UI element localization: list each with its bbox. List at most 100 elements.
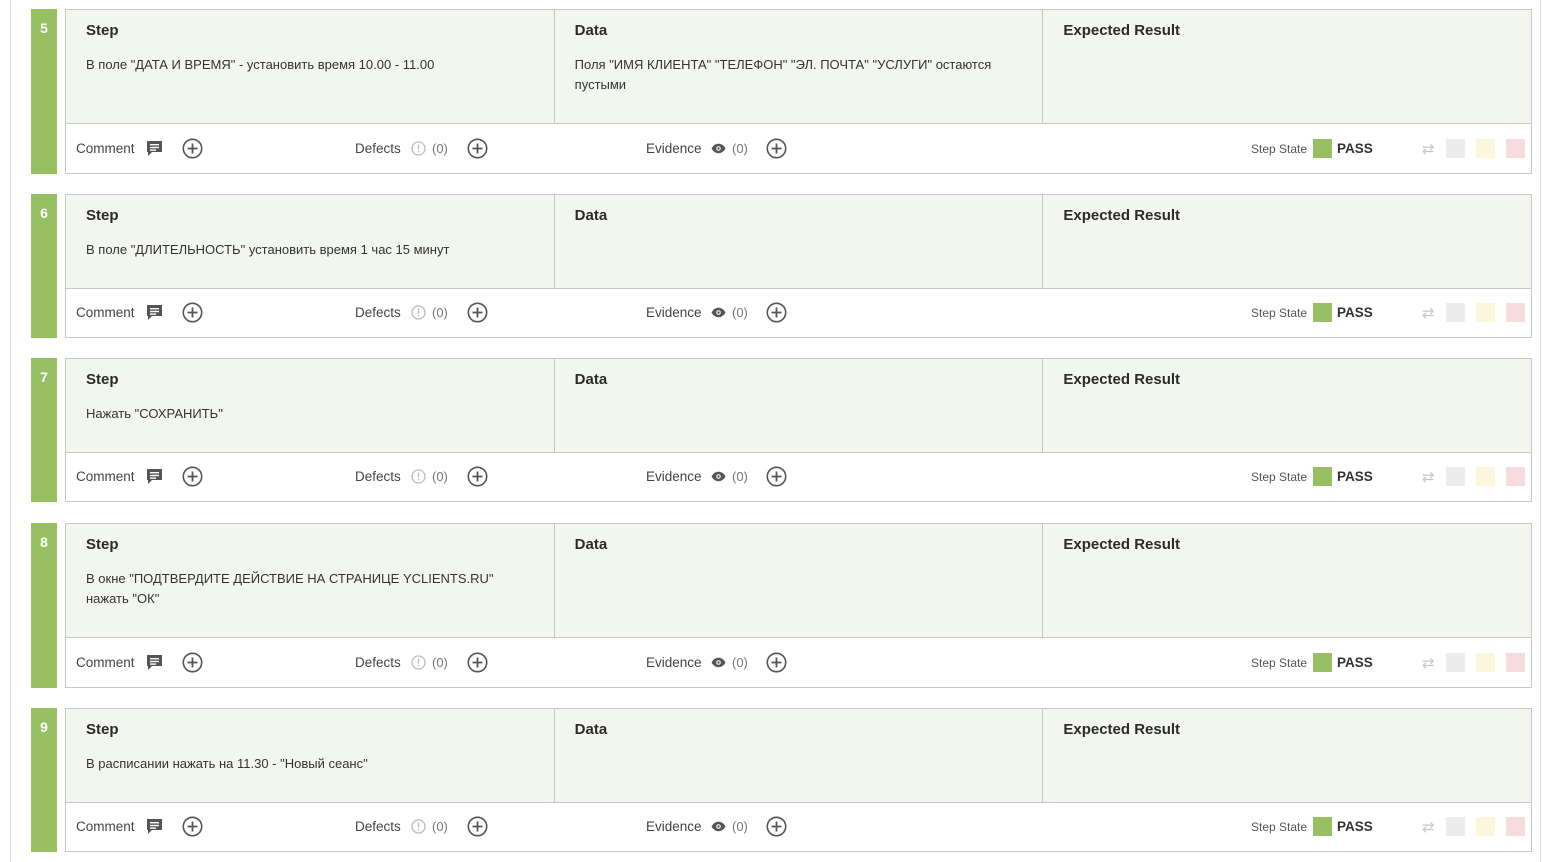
state-option-fail[interactable] [1506, 452, 1525, 501]
eye-icon[interactable] [711, 802, 726, 851]
defects-label: Defects [355, 305, 401, 320]
state-option-not-run[interactable] [1446, 452, 1465, 501]
state-option-fail[interactable] [1506, 638, 1525, 687]
step-card: Step Нажать "СОХРАНИТЬ" Data Expected Re… [65, 358, 1532, 502]
state-option-not-run[interactable] [1446, 638, 1465, 687]
add-evidence-button[interactable] [766, 288, 787, 337]
step-columns: Step В окне "ПОДТВЕРДИТЕ ДЕЙСТВИЕ НА СТР… [66, 524, 1531, 638]
state-option-blocked[interactable] [1476, 452, 1495, 501]
data-column[interactable]: Data [555, 195, 1044, 288]
step-state-indicator [1313, 288, 1332, 337]
add-defect-button[interactable] [467, 124, 488, 173]
right-divider [1540, 0, 1541, 862]
test-step: 8 Step В окне "ПОДТВЕРДИТЕ ДЕЙСТВИЕ НА С… [31, 523, 1532, 688]
comment-icon[interactable] [146, 288, 163, 337]
comment-icon[interactable] [146, 452, 163, 501]
add-evidence-button[interactable] [766, 452, 787, 501]
step-footer: Comment Defects (0) Evidence (0) Step St… [66, 638, 1531, 687]
step-state-value: PASS [1337, 655, 1373, 670]
data-column[interactable]: Data Поля "ИМЯ КЛИЕНТА" "ТЕЛЕФОН" "ЭЛ. П… [555, 10, 1044, 123]
expected-result-column[interactable]: Expected Result [1043, 709, 1531, 802]
step-column-title: Step [86, 721, 119, 738]
state-option-blocked[interactable] [1476, 124, 1495, 173]
eye-icon[interactable] [711, 124, 726, 173]
expected-result-column[interactable]: Expected Result [1043, 195, 1531, 288]
comment-icon[interactable] [146, 802, 163, 851]
evidence-label: Evidence [646, 141, 702, 156]
state-option-not-run[interactable] [1446, 288, 1465, 337]
data-column[interactable]: Data [555, 524, 1044, 637]
test-step: 7 Step Нажать "СОХРАНИТЬ" Data Expected … [31, 358, 1532, 502]
state-option-blocked[interactable] [1476, 288, 1495, 337]
evidence-label: Evidence [646, 305, 702, 320]
state-option-fail[interactable] [1506, 124, 1525, 173]
swap-icon[interactable]: ⇄ [1422, 802, 1435, 851]
defects-count: (0) [432, 819, 448, 834]
comment-label: Comment [76, 469, 135, 484]
step-state-indicator [1313, 638, 1332, 687]
test-steps-page: 5 Step В поле "ДАТА И ВРЕМЯ" - установит… [0, 0, 1542, 862]
expected-result-column[interactable]: Expected Result [1043, 359, 1531, 452]
step-state-label: Step State [1251, 819, 1308, 834]
expected-result-column[interactable]: Expected Result [1043, 524, 1531, 637]
state-option-blocked[interactable] [1476, 802, 1495, 851]
add-evidence-button[interactable] [766, 802, 787, 851]
state-option-not-run[interactable] [1446, 802, 1465, 851]
swap-icon[interactable]: ⇄ [1422, 288, 1435, 337]
add-comment-button[interactable] [182, 452, 203, 501]
comment-icon[interactable] [146, 124, 163, 173]
add-defect-button[interactable] [467, 288, 488, 337]
state-option-fail[interactable] [1506, 802, 1525, 851]
add-comment-button[interactable] [182, 638, 203, 687]
state-option-blocked[interactable] [1476, 638, 1495, 687]
step-columns: Step В расписании нажать на 11.30 - "Нов… [66, 709, 1531, 803]
swap-icon[interactable]: ⇄ [1422, 638, 1435, 687]
left-divider [10, 0, 11, 862]
warning-icon [411, 288, 426, 337]
step-number: 5 [31, 9, 57, 174]
step-number: 7 [31, 358, 57, 502]
eye-icon[interactable] [711, 288, 726, 337]
step-state-indicator [1313, 802, 1332, 851]
state-option-not-run[interactable] [1446, 124, 1465, 173]
add-comment-button[interactable] [182, 288, 203, 337]
step-state-label: Step State [1251, 305, 1308, 320]
expected-result-title: Expected Result [1063, 22, 1181, 39]
state-option-fail[interactable] [1506, 288, 1525, 337]
step-column[interactable]: Step В окне "ПОДТВЕРДИТЕ ДЕЙСТВИЕ НА СТР… [66, 524, 555, 637]
step-column[interactable]: Step В расписании нажать на 11.30 - "Нов… [66, 709, 555, 802]
add-comment-button[interactable] [182, 802, 203, 851]
step-number: 6 [31, 194, 57, 338]
defects-label: Defects [355, 141, 401, 156]
evidence-label: Evidence [646, 819, 702, 834]
step-column[interactable]: Step В поле "ДЛИТЕЛЬНОСТЬ" установить вр… [66, 195, 555, 288]
step-state-value: PASS [1337, 305, 1373, 320]
comment-label: Comment [76, 305, 135, 320]
add-defect-button[interactable] [467, 638, 488, 687]
warning-icon [411, 638, 426, 687]
evidence-count: (0) [732, 655, 748, 670]
step-state-label: Step State [1251, 655, 1308, 670]
add-comment-button[interactable] [182, 124, 203, 173]
add-evidence-button[interactable] [766, 124, 787, 173]
step-number: 8 [31, 523, 57, 688]
step-state-label: Step State [1251, 469, 1308, 484]
step-column[interactable]: Step В поле "ДАТА И ВРЕМЯ" - установить … [66, 10, 555, 123]
eye-icon[interactable] [711, 452, 726, 501]
warning-icon [411, 802, 426, 851]
swap-icon[interactable]: ⇄ [1422, 124, 1435, 173]
step-text: Нажать "СОХРАНИТЬ" [86, 406, 223, 421]
comment-icon[interactable] [146, 638, 163, 687]
comment-label: Comment [76, 141, 135, 156]
step-state-label: Step State [1251, 141, 1308, 156]
data-column[interactable]: Data [555, 709, 1044, 802]
add-evidence-button[interactable] [766, 638, 787, 687]
eye-icon[interactable] [711, 638, 726, 687]
add-defect-button[interactable] [467, 802, 488, 851]
expected-result-column[interactable]: Expected Result [1043, 10, 1531, 123]
defects-count: (0) [432, 141, 448, 156]
add-defect-button[interactable] [467, 452, 488, 501]
swap-icon[interactable]: ⇄ [1422, 452, 1435, 501]
step-column[interactable]: Step Нажать "СОХРАНИТЬ" [66, 359, 555, 452]
data-column[interactable]: Data [555, 359, 1044, 452]
